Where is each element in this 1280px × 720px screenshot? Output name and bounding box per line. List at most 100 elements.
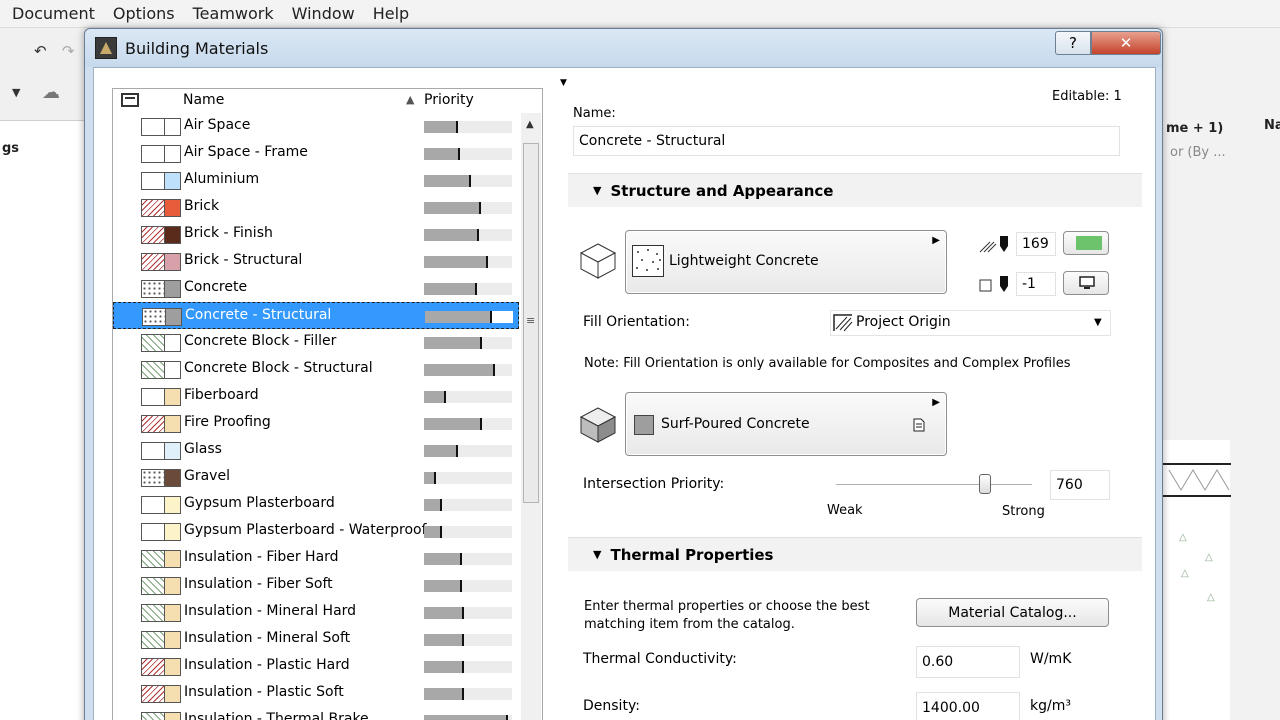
name-input[interactable]: Concrete - Structural — [573, 126, 1120, 156]
scroll-up-icon[interactable]: ▲ — [526, 119, 534, 130]
material-row[interactable]: Brick — [113, 194, 519, 221]
foreground-pen-input[interactable]: 169 — [1016, 232, 1056, 256]
material-fill-swatch — [141, 550, 181, 568]
menu-options[interactable]: Options — [113, 4, 175, 23]
undo-icon[interactable]: ↶ — [34, 42, 47, 60]
material-row[interactable]: Concrete — [113, 275, 519, 302]
density-input[interactable]: 1400.00 — [916, 692, 1020, 720]
dialog-content: Name ▲ Priority Air Space Air Space - Fra… — [93, 67, 1156, 720]
material-row[interactable]: Aluminium — [113, 167, 519, 194]
background-pen-input[interactable]: -1 — [1016, 272, 1056, 296]
svg-text:△: △ — [1205, 552, 1213, 563]
help-button[interactable]: ? — [1055, 31, 1091, 55]
priority-slider-track[interactable] — [836, 484, 1032, 485]
materials-list[interactable]: Name ▲ Priority Air Space Air Space - Fra… — [112, 88, 543, 720]
list-scrollbar[interactable]: ▲ ≡ — [521, 113, 541, 720]
material-row[interactable]: Concrete Block - Filler — [113, 329, 519, 356]
material-fill-swatch — [141, 523, 181, 541]
menu-help[interactable]: Help — [373, 4, 409, 23]
dropdown-arrow-icon[interactable]: ▼ — [12, 86, 20, 99]
structure-section-title: Structure and Appearance — [610, 181, 834, 200]
floor-plan-view[interactable]: △ △ △ △ — [1160, 440, 1231, 720]
redo-icon[interactable]: ↷ — [62, 42, 75, 60]
building-materials-dialog: Building Materials ? ✕ Name ▲ Priority A… — [84, 28, 1163, 720]
cut-fill-button[interactable]: Lightweight Concrete ▶ — [625, 230, 947, 294]
scroll-thumb[interactable]: ≡ — [523, 143, 539, 503]
material-row[interactable]: Insulation - Plastic Hard — [113, 653, 519, 680]
material-fill-swatch — [141, 685, 181, 703]
material-row[interactable]: Gravel — [113, 464, 519, 491]
priority-bar — [424, 202, 512, 214]
material-name: Brick - Finish — [184, 225, 273, 241]
material-row[interactable]: Air Space — [113, 113, 519, 140]
material-row[interactable]: Fire Proofing — [113, 410, 519, 437]
material-catalog-button[interactable]: Material Catalog... — [916, 598, 1109, 627]
intersection-priority-input[interactable]: 760 — [1050, 470, 1110, 500]
teamwork-icon[interactable]: ☁ — [42, 82, 60, 103]
thermal-conductivity-input[interactable]: 0.60 — [916, 646, 1020, 678]
material-row[interactable]: Fiberboard — [113, 383, 519, 410]
material-row[interactable]: Brick - Structural — [113, 248, 519, 275]
priority-bar-fill — [424, 445, 458, 457]
thermal-section-title: Thermal Properties — [610, 545, 774, 564]
panel-label: gs — [2, 141, 20, 156]
priority-bar-fill — [424, 283, 477, 295]
material-row[interactable]: Gypsum Plasterboard — [113, 491, 519, 518]
material-fill-swatch — [141, 199, 181, 217]
surface-button[interactable]: Surf-Poured Concrete ▶ — [625, 392, 947, 456]
material-row[interactable]: Insulation - Mineral Hard — [113, 599, 519, 626]
background-pen-icon — [979, 276, 1008, 292]
material-row[interactable]: Concrete Block - Structural — [113, 356, 519, 383]
structure-section-header[interactable]: ▼ Structure and Appearance — [568, 173, 1142, 207]
priority-bar — [424, 634, 512, 646]
app-left-panel: gs — [0, 120, 92, 720]
menu-teamwork[interactable]: Teamwork — [193, 4, 274, 23]
priority-bar-fill — [424, 580, 462, 592]
material-fill-swatch — [141, 469, 181, 487]
material-row[interactable]: Insulation - Mineral Soft — [113, 626, 519, 653]
priority-bar — [424, 472, 512, 484]
panel-collapse-icon[interactable]: ▼ — [560, 78, 567, 88]
material-fill-swatch — [141, 118, 181, 136]
priority-bar-fill — [424, 553, 462, 565]
right-panel-tab[interactable]: Na — [1264, 118, 1280, 133]
material-row[interactable]: Insulation - Plastic Soft — [113, 680, 519, 707]
priority-bar — [425, 311, 513, 323]
material-row[interactable]: Air Space - Frame — [113, 140, 519, 167]
foreground-pen-color-button[interactable] — [1063, 231, 1109, 255]
material-name: Glass — [184, 441, 222, 457]
material-row[interactable]: Insulation - Fiber Soft — [113, 572, 519, 599]
material-row[interactable]: Glass — [113, 437, 519, 464]
background-pen-mode-button[interactable] — [1063, 271, 1109, 295]
surface-popup-arrow-icon: ▶ — [932, 397, 940, 408]
column-priority-header[interactable]: Priority — [424, 92, 474, 108]
material-row[interactable]: Insulation - Fiber Hard — [113, 545, 519, 572]
material-row[interactable]: Insulation - Thermal Brake — [113, 707, 519, 720]
thermal-section-header[interactable]: ▼ Thermal Properties — [568, 537, 1142, 571]
pen-color-swatch — [1076, 236, 1102, 250]
material-name: Concrete Block - Filler — [184, 333, 337, 349]
priority-bar — [424, 391, 512, 403]
material-row[interactable]: Gypsum Plasterboard - Waterproof — [113, 518, 519, 545]
close-button[interactable]: ✕ — [1091, 31, 1161, 55]
priority-bar-fill — [424, 175, 471, 187]
priority-bar — [424, 661, 512, 673]
priority-bar-fill — [424, 364, 495, 376]
priority-bar-fill — [424, 661, 464, 673]
priority-bar-fill — [424, 418, 482, 430]
column-name-header[interactable]: Name — [183, 92, 224, 108]
menu-document[interactable]: Document — [12, 4, 95, 23]
priority-bar — [424, 256, 512, 268]
material-row[interactable]: Concrete - Structural — [113, 302, 519, 329]
dialog-titlebar[interactable]: Building Materials ? ✕ — [85, 29, 1162, 67]
material-name: Insulation - Fiber Hard — [184, 549, 339, 565]
fill-orientation-select[interactable]: Project Origin ▼ — [830, 310, 1111, 336]
material-row[interactable]: Brick - Finish — [113, 221, 519, 248]
priority-bar — [424, 445, 512, 457]
menu-window[interactable]: Window — [292, 4, 355, 23]
priority-slider-thumb[interactable] — [978, 474, 991, 494]
material-name: Concrete Block - Structural — [184, 360, 373, 376]
density-label: Density: — [583, 698, 640, 714]
fill-orientation-note: Note: Fill Orientation is only available… — [584, 356, 1071, 371]
menu-bar: Document Options Teamwork Window Help — [0, 0, 1280, 28]
